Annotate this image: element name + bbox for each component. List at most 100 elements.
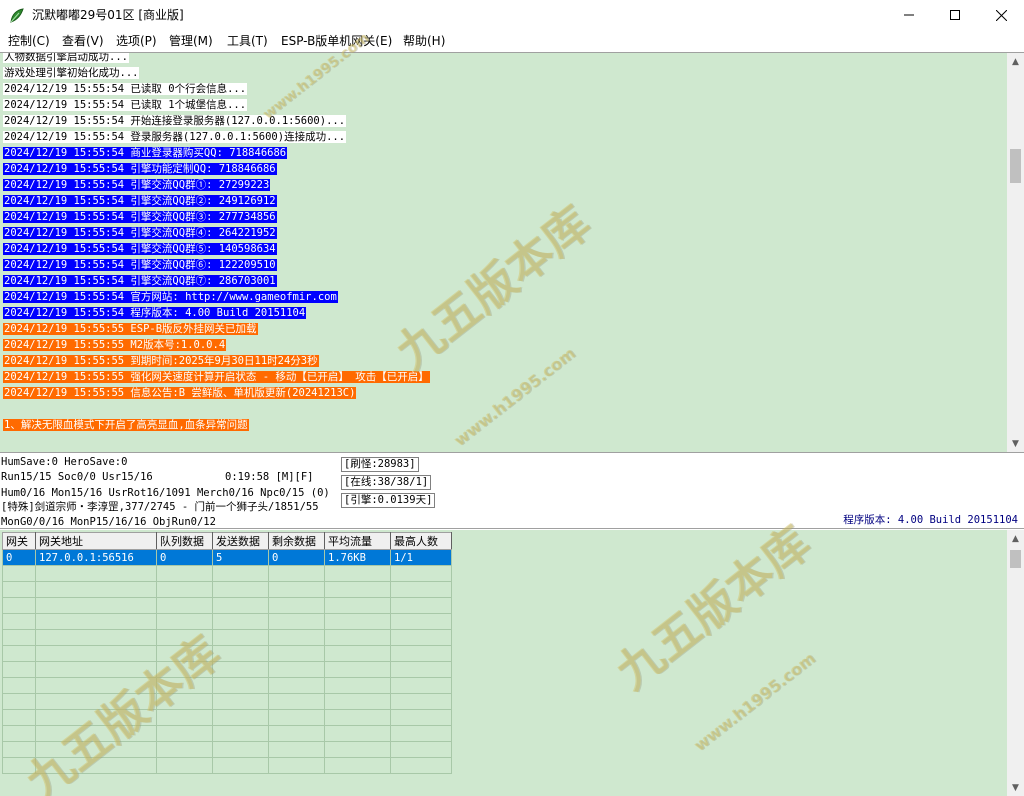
minimize-button[interactable]	[886, 0, 932, 30]
menu-help[interactable]: 帮助(H)	[403, 33, 445, 49]
table-cell	[324, 677, 391, 694]
scroll-down-icon[interactable]: ▼	[1007, 435, 1024, 452]
table-cell	[268, 565, 325, 582]
scroll-up-icon[interactable]: ▲	[1007, 53, 1024, 70]
log-line-text: 2024/12/19 15:55:54 已读取 0个行会信息...	[3, 83, 248, 95]
table-cell	[2, 629, 36, 646]
menu-options[interactable]: 选项(P)	[116, 33, 157, 49]
close-button[interactable]	[978, 0, 1024, 30]
table-cell	[390, 581, 452, 598]
table-cell	[324, 741, 391, 758]
table-cell	[156, 709, 213, 726]
log-line: 2024/12/19 15:55:55 ESP-B版反外挂网关已加载	[3, 321, 430, 337]
table-cell	[268, 757, 325, 774]
menu-tools[interactable]: 工具(T)	[227, 33, 268, 49]
col-queue[interactable]: 队列数据	[156, 532, 213, 550]
table-cell: 5	[212, 549, 269, 566]
col-sent[interactable]: 发送数据	[212, 532, 269, 550]
log-line-text: 2024/12/19 15:55:54 引擎功能定制QQ: 718846686	[3, 163, 277, 175]
table-cell	[324, 661, 391, 678]
log-line: 2024/12/19 15:55:55 强化网关速度计算开启状态 - 移动【已开…	[3, 369, 430, 385]
table-cell: 0	[2, 549, 36, 566]
maximize-button[interactable]	[932, 0, 978, 30]
col-avg-traffic[interactable]: 平均流量	[324, 532, 391, 550]
menu-manage[interactable]: 管理(M)	[169, 33, 213, 49]
table-cell	[324, 581, 391, 598]
table-cell	[324, 725, 391, 742]
table-row-empty[interactable]	[2, 613, 452, 630]
col-gateway[interactable]: 网关	[2, 532, 36, 550]
table-cell	[212, 757, 269, 774]
table-cell	[212, 693, 269, 710]
log-line-text: 2024/12/19 15:55:54 开始连接登录服务器(127.0.0.1:…	[3, 115, 347, 127]
log-scrollbar[interactable]: ▲ ▼	[1007, 53, 1024, 452]
table-cell	[35, 581, 157, 598]
log-line: 2024/12/19 15:55:54 引擎功能定制QQ: 718846686	[3, 161, 430, 177]
status-run: Run15/15 Soc0/0 Usr15/16	[1, 471, 153, 483]
log-line: 2024/12/19 15:55:54 引擎交流QQ群④: 264221952	[3, 225, 430, 241]
table-cell	[390, 741, 452, 758]
table-cell	[35, 677, 157, 694]
table-row[interactable]: 0 127.0.0.1:56516 0 5 0 1.76KB 1/1	[2, 549, 452, 566]
scroll-thumb[interactable]	[1010, 149, 1021, 183]
table-scroll-up-icon[interactable]: ▲	[1007, 530, 1024, 547]
gateway-panel: 网关 网关地址 队列数据 发送数据 剩余数据 平均流量 最高人数 0 127.0.…	[0, 530, 1024, 796]
menu-view[interactable]: 查看(V)	[62, 33, 104, 49]
table-cell	[268, 677, 325, 694]
table-cell	[2, 709, 36, 726]
log-line-text: 2024/12/19 15:55:54 引擎交流QQ群⑤: 140598634	[3, 243, 277, 255]
log-line-text: 人物数据引擎启动成功...	[3, 52, 129, 63]
table-cell	[324, 709, 391, 726]
col-max-users[interactable]: 最高人数	[390, 532, 452, 550]
table-cell	[2, 613, 36, 630]
log-panel[interactable]: 人物数据引擎启动成功... 游戏处理引擎初始化成功... 2024/12/19 15…	[0, 52, 1024, 452]
col-address[interactable]: 网关地址	[35, 532, 157, 550]
table-row-empty[interactable]	[2, 725, 452, 742]
table-cell	[324, 613, 391, 630]
table-cell	[212, 725, 269, 742]
table-cell	[35, 645, 157, 662]
table-cell	[390, 645, 452, 662]
table-cell	[156, 597, 213, 614]
table-cell	[35, 741, 157, 758]
table-row-empty[interactable]	[2, 709, 452, 726]
table-cell	[156, 693, 213, 710]
table-scrollbar[interactable]: ▲ ▼	[1007, 530, 1024, 796]
app-leaf-icon	[10, 8, 24, 23]
table-cell	[268, 725, 325, 742]
table-scroll-down-icon[interactable]: ▼	[1007, 779, 1024, 796]
table-scroll-thumb[interactable]	[1010, 550, 1021, 568]
table-row-empty[interactable]	[2, 629, 452, 646]
table-row-empty[interactable]	[2, 677, 452, 694]
table-row-empty[interactable]	[2, 741, 452, 758]
table-row-empty[interactable]	[2, 693, 452, 710]
window-title: 沉默嘟嘟29号01区 [商业版]	[32, 8, 184, 22]
menu-control[interactable]: 控制(C)	[8, 33, 50, 49]
table-row-empty[interactable]	[2, 597, 452, 614]
log-line-text: 2024/12/19 15:55:54 引擎交流QQ群④: 264221952	[3, 227, 277, 239]
table-row-empty[interactable]	[2, 565, 452, 582]
table-cell	[35, 597, 157, 614]
table-cell	[2, 757, 36, 774]
table-cell	[2, 741, 36, 758]
table-cell	[324, 629, 391, 646]
table-cell: 0	[268, 549, 325, 566]
maximize-icon	[950, 10, 960, 20]
table-cell	[390, 629, 452, 646]
table-cell	[35, 661, 157, 678]
menu-esp-gateway[interactable]: ESP-B版单机网关(E)	[281, 33, 392, 49]
table-row-empty[interactable]	[2, 645, 452, 662]
table-cell	[324, 597, 391, 614]
log-line: 2024/12/19 15:55:54 开始连接登录服务器(127.0.0.1:…	[3, 113, 430, 129]
table-cell	[390, 597, 452, 614]
status-online: [在线:38/38/1]	[341, 475, 432, 490]
table-cell	[156, 741, 213, 758]
table-cell	[2, 645, 36, 662]
table-cell	[156, 629, 213, 646]
table-cell	[212, 613, 269, 630]
table-row-empty[interactable]	[2, 757, 452, 774]
table-row-empty[interactable]	[2, 581, 452, 598]
table-cell	[156, 757, 213, 774]
col-remaining[interactable]: 剩余数据	[268, 532, 325, 550]
table-row-empty[interactable]	[2, 661, 452, 678]
